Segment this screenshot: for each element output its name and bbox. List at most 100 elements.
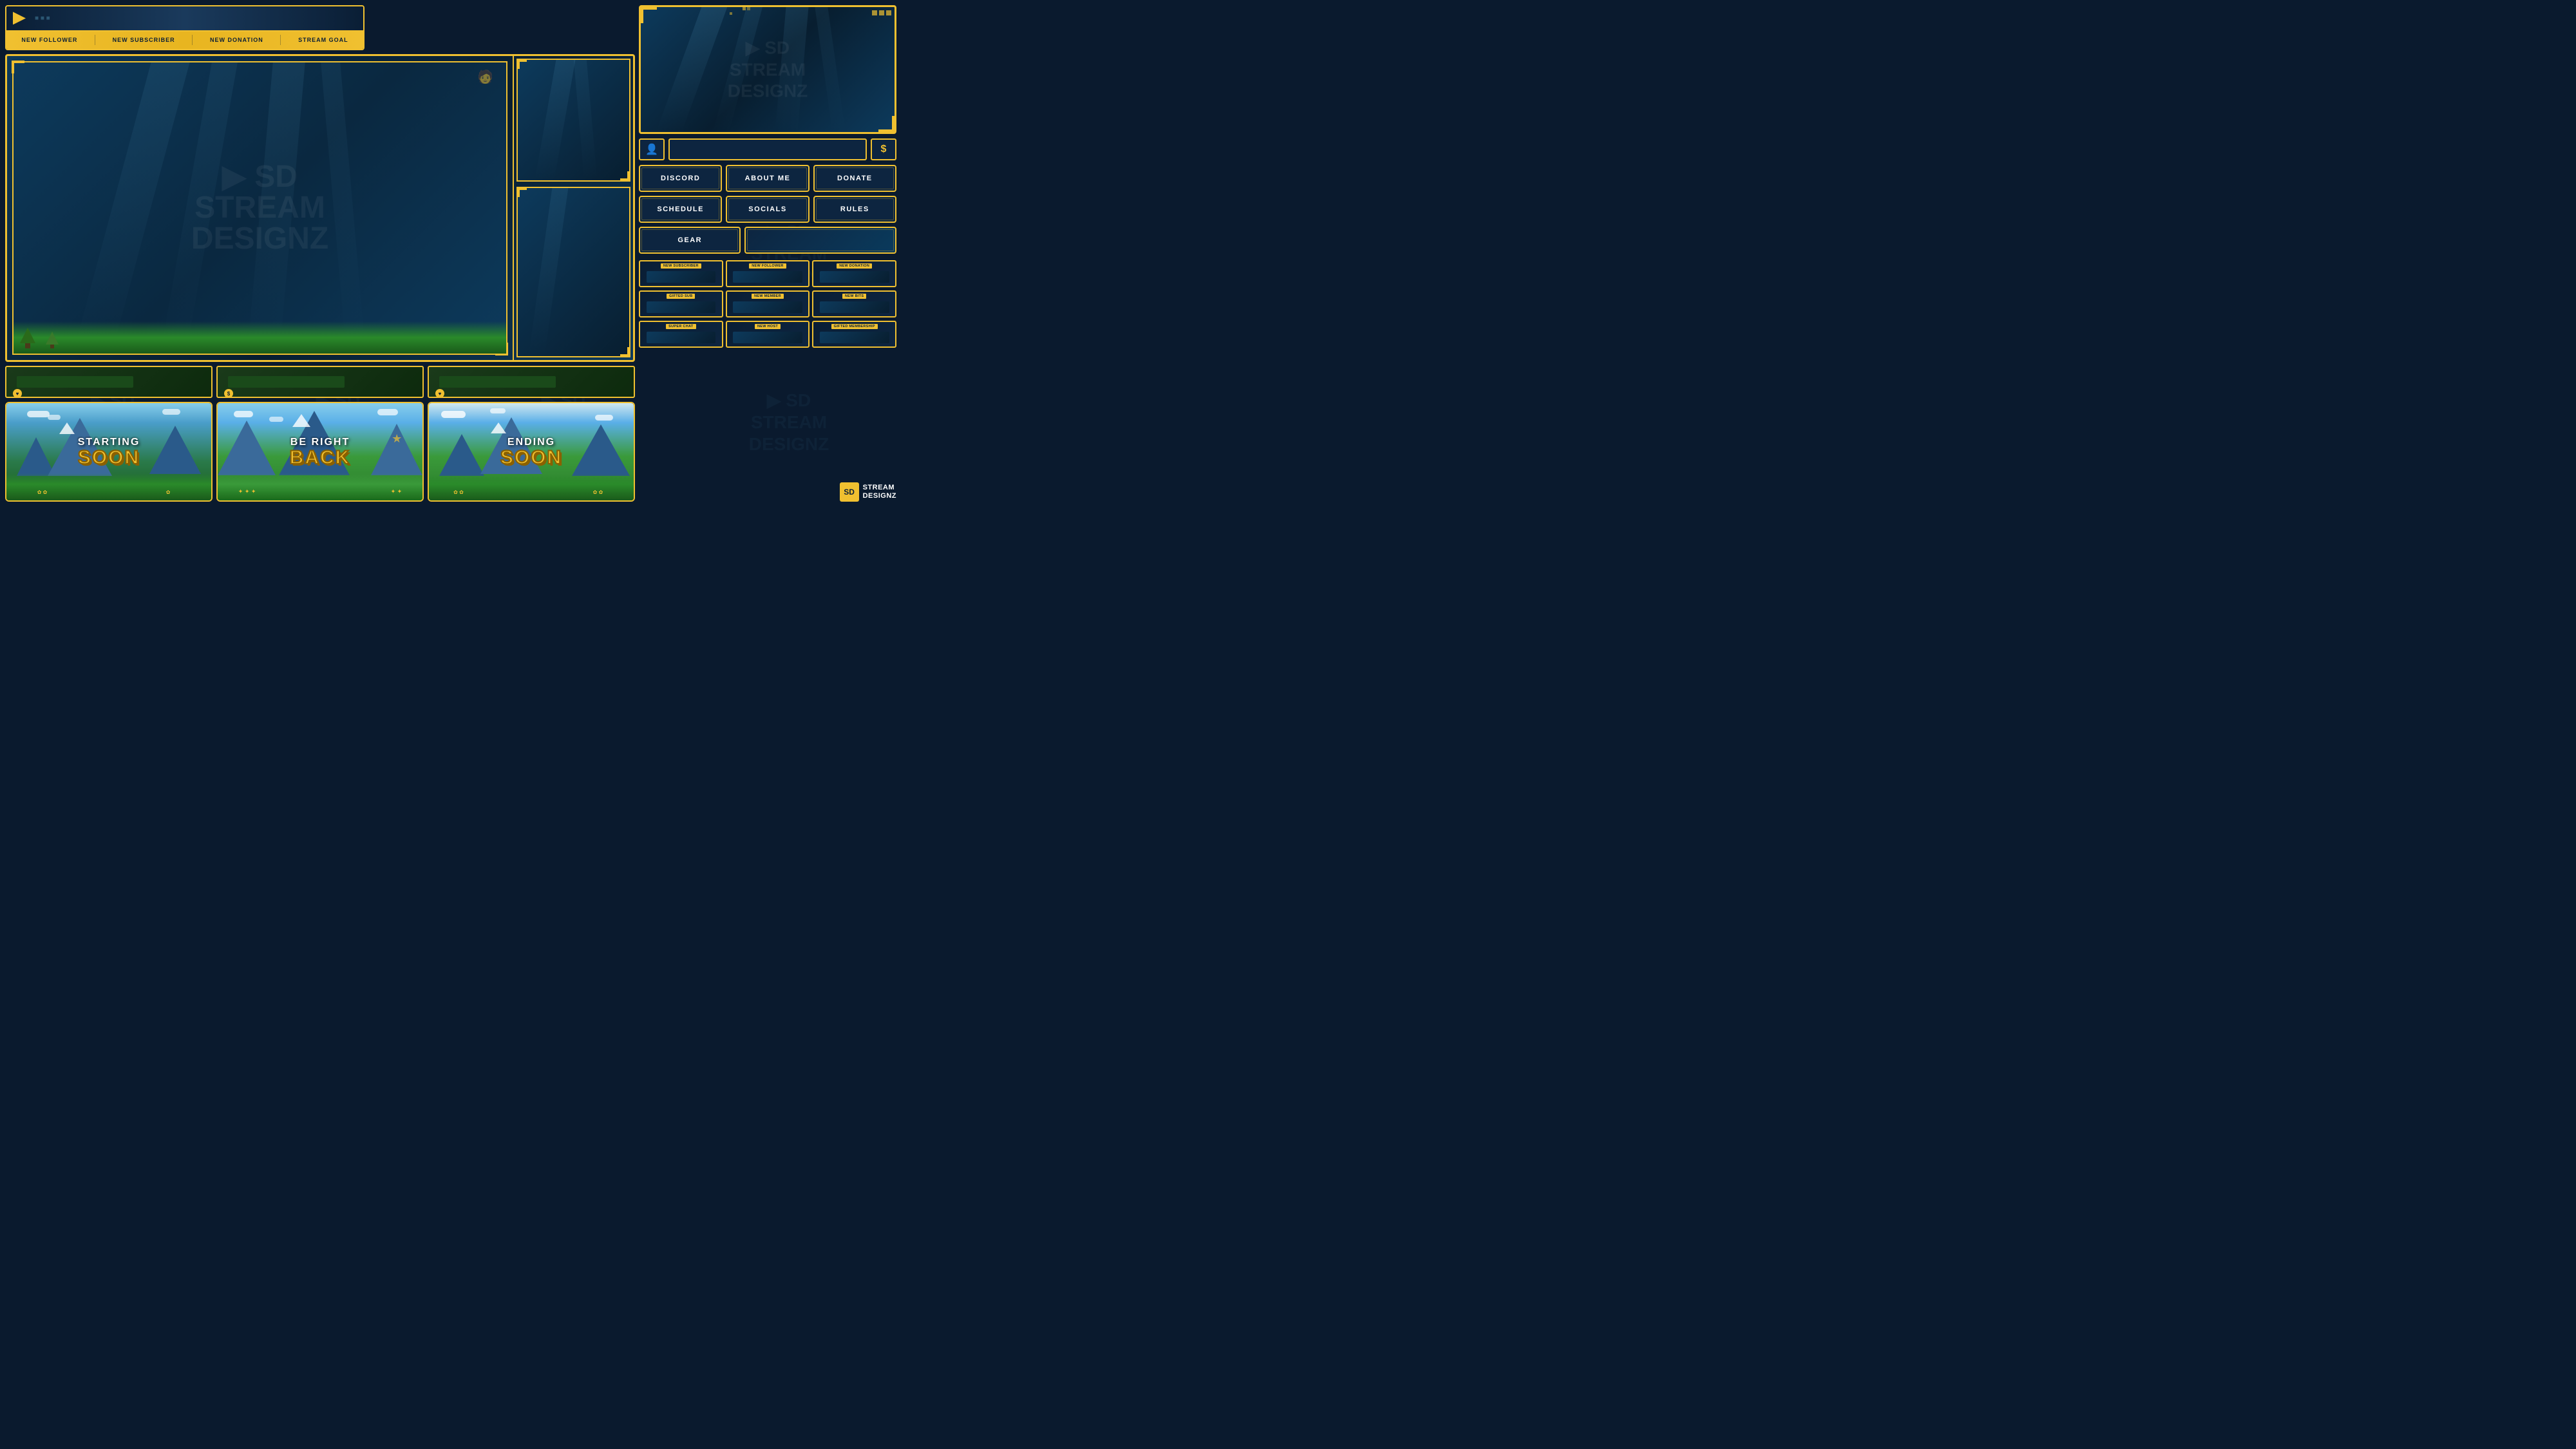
- gear-button[interactable]: GEAR: [639, 227, 741, 254]
- dollar-icon-box: $: [871, 138, 896, 160]
- alert-new-member: NEW MEMBER: [726, 290, 810, 317]
- bottom-panel-bg: [518, 188, 629, 356]
- terrain: [14, 321, 506, 354]
- pixel-tree-1: [20, 328, 35, 348]
- ray: [656, 7, 728, 132]
- pixel-dots-top: [743, 7, 750, 10]
- alert-body: [820, 271, 889, 283]
- socials-button[interactable]: SOCIALS: [726, 196, 809, 223]
- alert-bar-top: ■ ■ ■ ▶ ■: [6, 6, 363, 32]
- alert-tag-gifted-sub: GIFTED SUB: [667, 294, 695, 299]
- schedule-button[interactable]: SCHEDULE: [639, 196, 722, 223]
- alert-new-subscriber: NEW SUBSCRIBER: [639, 260, 723, 287]
- alert-body: [820, 301, 889, 313]
- alert-new-donation: NEW DONATION: [812, 260, 896, 287]
- corner: [518, 188, 527, 197]
- info-bars: ♥ $ ♥: [5, 366, 635, 398]
- alert-tag-follower: NEW FOLLOWER: [749, 263, 786, 269]
- discord-button[interactable]: DISCORD: [639, 165, 722, 192]
- nav-row-1: DISCORD ABOUT ME DONATE: [639, 165, 896, 192]
- left-column: ■ ■ ■ ▶ ■ NEW FOLLOWER NEW SUBSCRIBER NE…: [5, 5, 635, 502]
- ending-soon-text: ENDING SOON: [429, 437, 634, 468]
- dot: [743, 7, 746, 10]
- play-icon: [13, 12, 26, 24]
- ray: [574, 60, 597, 180]
- webcam-pixel-dots: [872, 10, 891, 15]
- main-container: ■ ■ ■ ▶ ■ NEW FOLLOWER NEW SUBSCRIBER NE…: [0, 0, 902, 507]
- alert-bar-bottom: NEW FOLLOWER NEW SUBSCRIBER NEW DONATION…: [6, 32, 363, 49]
- pixel-dot: [879, 10, 884, 15]
- alert-gifted-membership: GIFTED MEMBERSHIP: [812, 321, 896, 348]
- cloud: [27, 411, 50, 417]
- cloud: [441, 411, 466, 418]
- snow-cap: [491, 422, 506, 433]
- scene-be-right-back: ✦ ✦ ✦ ✦ ✦ ★ BE RIGHT BACK: [216, 402, 424, 502]
- alert-body: [820, 332, 889, 343]
- empty-button[interactable]: [744, 227, 896, 254]
- alert-tag-subscriber: NEW SUBSCRIBER: [661, 263, 701, 269]
- snow-cap: [292, 414, 310, 427]
- flower: ✿ ✿: [593, 489, 603, 495]
- donate-button[interactable]: DONATE: [813, 165, 896, 192]
- webcam-watermark: ▶ SDSTREAMDESIGNZ: [728, 37, 808, 102]
- profile-bar-line: [668, 138, 867, 160]
- ray: [535, 60, 576, 180]
- sd-logo: SD: [840, 482, 859, 502]
- ray: [528, 188, 568, 356]
- pixel-tree-2: [46, 332, 59, 348]
- alert-row-2: GIFTED SUB NEW MEMBER NEW BITS: [639, 290, 896, 317]
- alert-body: [733, 332, 802, 343]
- nav-row-2: SCHEDULE SOCIALS RULES: [639, 196, 896, 223]
- alert-tag-gifted-membership: GIFTED MEMBERSHIP: [831, 324, 878, 329]
- brand-name-2: DESIGNZ: [863, 492, 896, 500]
- alert-tag-superchat: SUPER CHAT: [666, 324, 696, 329]
- dot: [747, 7, 750, 10]
- alert-tag-member: NEW MEMBER: [752, 294, 784, 299]
- webcam-area: ▶ SDSTREAMDESIGNZ: [639, 5, 896, 134]
- alert-body: [733, 301, 802, 313]
- stream-main: ▶ SDSTREAMDESIGNZ 🧑: [7, 56, 514, 360]
- alert-new-host: NEW HOST: [726, 321, 810, 348]
- info-bar-text: [17, 376, 133, 388]
- about-me-button[interactable]: ABOUT ME: [726, 165, 809, 192]
- alert-body: [733, 271, 802, 283]
- starting-soon-text: STARTING SOON: [6, 437, 211, 468]
- info-bar-text: [228, 376, 345, 388]
- brand-footer: SD STREAM DESIGNZ: [639, 480, 896, 502]
- rules-button[interactable]: RULES: [813, 196, 896, 223]
- starting-soon-bottom: SOON: [6, 448, 211, 468]
- info-bar-2: $: [216, 366, 424, 398]
- alert-tag-host: NEW HOST: [755, 324, 781, 329]
- scene-panels: ✿ ✿ ✿ STARTING SOON: [5, 402, 635, 502]
- stream-main-inner: ▶ SDSTREAMDESIGNZ 🧑: [12, 61, 507, 355]
- flower: ✦ ✦: [391, 488, 402, 495]
- stream-panel-bottom: [516, 187, 630, 357]
- alert-label-subscriber: NEW SUBSCRIBER: [113, 37, 175, 43]
- alert-bar: ■ ■ ■ ▶ ■ NEW FOLLOWER NEW SUBSCRIBER NE…: [5, 5, 365, 50]
- cloud: [490, 408, 506, 413]
- alert-body: [647, 332, 716, 343]
- alert-new-follower: NEW FOLLOWER: [726, 260, 810, 287]
- stream-area: ▶ SDSTREAMDESIGNZ 🧑: [5, 54, 635, 362]
- alert-row-1: NEW SUBSCRIBER NEW FOLLOWER NEW DONATION: [639, 260, 896, 287]
- alert-label-goal: STREAM GOAL: [298, 37, 348, 43]
- pixel-figure: 🧑: [477, 69, 493, 85]
- profile-icon-box: 👤: [639, 138, 665, 160]
- cloud: [595, 415, 613, 421]
- ground: [6, 473, 211, 500]
- alert-tag-bits: NEW BITS: [842, 294, 866, 299]
- alert-divider: [280, 35, 281, 45]
- info-bar-3: ♥: [428, 366, 635, 398]
- snow-cap: [59, 422, 75, 434]
- flower: ✿: [166, 489, 171, 495]
- corner: [620, 347, 629, 356]
- cloud: [234, 411, 253, 417]
- nav-buttons: DISCORD ABOUT ME DONATE SCHEDULE SOCI: [639, 165, 896, 254]
- flower: ✿ ✿: [453, 489, 464, 495]
- brand-text: STREAM DESIGNZ: [863, 484, 896, 500]
- cloud: [162, 409, 180, 415]
- dollar-icon: $: [881, 144, 887, 155]
- alert-label-follower: NEW FOLLOWER: [21, 37, 77, 43]
- alert-label-donation: NEW DONATION: [210, 37, 263, 43]
- ground: [218, 473, 422, 500]
